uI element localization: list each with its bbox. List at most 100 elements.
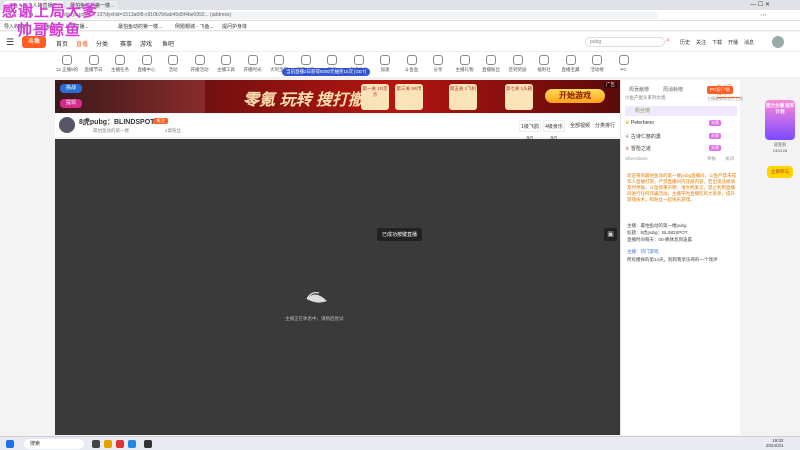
category-item[interactable]: 开播活动 [185,54,215,73]
category-item[interactable]: 开播时光 [238,54,268,73]
rank-link[interactable]: 分类排行 [593,120,617,132]
streamer-avatar[interactable] [59,117,75,133]
category-item[interactable]: 福利社 [529,54,559,73]
ranker[interactable]: ♛ Peterbeno [625,120,654,126]
gift-msg: 所有模样的第14天，别和我享乐哥的一个戏评 [627,257,718,262]
category-label: 主播任务 [111,67,129,72]
category-item[interactable]: 主播礼物 [450,54,480,73]
nav-right-item[interactable]: 关注 [696,39,706,46]
close-link[interactable]: 关闭 [725,156,734,162]
bookmark-item[interactable]: 提问护身体 [222,23,247,30]
category-tooltip: 当前直播2日获得5000元抽奖10次 [GET] [282,68,371,76]
taskbar-search[interactable]: 搜索 [24,439,84,449]
nav-right-item[interactable]: 消息 [744,39,754,46]
category-item[interactable]: 直播节日 [79,54,109,73]
windows-start-icon[interactable] [6,440,14,448]
category-label: 直播节日 [84,67,103,72]
banner-ad[interactable]: 挑战 提现 零氪 玩转 搜打撤 第一关 1R货点 第三关 5R币 第五关 1飞机… [55,80,620,113]
folder-icon[interactable] [104,440,112,448]
avatar[interactable] [772,36,784,48]
category-icon [194,55,205,65]
category-item[interactable]: 12 正播9的 [52,54,82,73]
side-tab[interactable]: 粉丝团(14) [717,84,740,98]
streamer-sub[interactable]: 最怕鱼动的第一楼 [93,128,129,134]
category-item[interactable]: 斗鱼鱼 [397,54,427,73]
category-icon [141,55,152,65]
edge-icon[interactable] [128,440,136,448]
nav-right-item[interactable]: 开播 [728,39,738,46]
nav-item[interactable]: 赛事 [120,39,132,48]
chat-panel: PC客户端 主播最新动态已上线 周贡献榜 周消耗榜 粉丝团(14) 小鱼产屋头系… [620,80,743,435]
nav-item[interactable]: 分类 [96,39,108,48]
url-input[interactable]: douyu.com/ ... 13?dyshid=1513a6f8-c910b7… [58,12,658,19]
category-label: 主播礼物 [455,67,474,72]
stat-box[interactable]: 4级亲乐 0/1 [543,120,565,142]
category-item[interactable]: 直播中心 [132,54,162,73]
category-label: 加速 [380,67,390,72]
streamer-title: 8虎pubg：BLINDSPOT [79,119,155,126]
announcement: 欢迎来到最怕鱼动的第一楼pubg直播间，斗鱼严禁未成年人直播打赏，严禁直播间内违… [627,173,737,202]
follow-tag[interactable]: 关注 [153,118,168,124]
ranker-badge: 光荣 [709,120,721,126]
category-label: 12 正播9的 [55,67,79,72]
bookmark-item[interactable]: 例题帽城 - 飞鱼... [175,23,214,30]
video-player[interactable]: 已成功按键直播 主播正在休息中，请稍后尝试 ▣ [55,139,620,435]
taskbar-app-icon[interactable] [116,440,124,448]
gift-user[interactable]: 主播：热门游戏 [627,249,737,255]
category-item[interactable]: 直播粉丝 [476,54,506,73]
ranker-name: 冒险之道 [630,146,651,152]
taskbar-app-icon[interactable] [144,440,152,448]
menu-icon[interactable]: ⋯ [760,11,767,19]
taskbar-app-icon[interactable] [92,440,100,448]
category-icon [486,55,496,65]
category-item[interactable]: PC [609,54,639,72]
taskbar-clock[interactable]: 19:02 2024/3/1 [766,438,784,448]
category-label: 直播中心 [137,67,156,72]
category-icon [459,55,470,65]
category-item[interactable]: 加速 [370,54,400,73]
category-bar: 12 正播9的直播节日主播任务直播中心活动开播活动主播工具开播时光大鸡宝藏观看抽… [0,52,800,78]
category-icon [88,55,99,65]
picture-in-picture-icon[interactable]: ▣ [604,228,617,241]
report-link[interactable]: 举报 [707,156,716,162]
window-controls[interactable]: — ☐ ✕ [750,1,770,8]
category-icon [168,55,178,65]
category-icon [247,55,258,65]
bookmark-item[interactable]: 最怕鱼动的第一楼... [118,23,162,30]
ranker[interactable]: ♛ 冒险之道 [625,145,651,152]
search-icon[interactable]: ⌕ [666,37,670,45]
start-game-button[interactable]: 开始游戏 [545,89,605,103]
stat-box[interactable]: 1级飞鸽 0/1 [519,120,541,142]
crown-icon: ♛ [625,120,630,126]
side-tab[interactable]: 周贡献榜 [629,86,649,93]
ranker[interactable]: ♛ 古诗仁慈的勇 [625,133,661,140]
category-icon [380,55,390,65]
hamburger-icon[interactable]: ☰ [6,37,14,48]
nav-right-item[interactable]: 下载 [712,39,722,46]
videos-link[interactable]: 全部视频 [569,120,591,132]
nav-right-item[interactable]: 历史 [680,39,690,46]
category-item[interactable]: 活动 [158,54,188,73]
ranker-badge: 光荣 [709,133,721,139]
viewer-name[interactable]: ShenGloen [625,156,648,161]
category-item[interactable]: 分享 [423,54,453,73]
ad-badge: 广告 [604,82,617,88]
category-label: 活动 [168,67,178,72]
side-tab[interactable]: 周消耗榜 [663,86,683,93]
category-item[interactable]: 主播任务 [105,54,135,73]
side-ad[interactable]: 团力主播 冠军计划 双签到 130/128 立即参与 [765,100,797,200]
side-ad-sub: 双签到 130/128 [772,142,788,153]
search-input[interactable]: pubg [585,37,665,47]
category-item[interactable]: 签到奖励 [503,54,533,73]
category-item[interactable]: 直播宝藏 [556,54,586,73]
streamer-info: 8虎pubg：BLINDSPOT 关注 最怕鱼动的第一楼 4萬粉丝 1级飞鸽 0… [55,114,620,142]
nav-item[interactable]: 首页 [56,39,68,48]
nav-item[interactable]: 游戏 [140,39,152,48]
category-item[interactable]: 活动榜 [582,54,612,73]
nav-item[interactable]: 鱼吧 [162,39,174,48]
banner-badge-icon: 挑战 [60,84,82,93]
category-icon [406,55,417,65]
side-ad-cta[interactable]: 立即参与 [767,166,793,178]
nav-item[interactable]: 直播 [76,39,88,48]
category-item[interactable]: 主播工具 [211,54,241,73]
